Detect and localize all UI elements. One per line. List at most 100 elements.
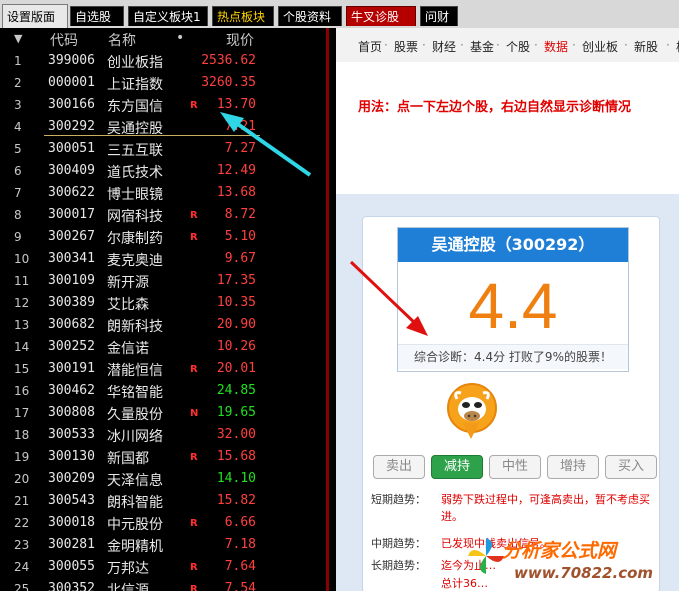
row-number: 19 — [14, 450, 30, 464]
nav-link-1[interactable]: 股票 — [394, 38, 418, 55]
stock-code: 300352 — [48, 581, 95, 591]
table-row[interactable]: 3 300166 东方国信 R 13.70 — [0, 94, 326, 116]
diagnosis-summary: 综合诊断：4.4分 打败了9%的股票！ — [398, 344, 628, 369]
stock-code: 300341 — [48, 251, 95, 266]
stock-mark: R — [190, 210, 198, 221]
row-number: 4 — [14, 120, 22, 134]
table-row[interactable]: 2 000001 上证指数 3260.35 — [0, 72, 326, 94]
table-row[interactable]: 5 300051 三五互联 7.27 — [0, 138, 326, 160]
tab-4[interactable]: 个股资料 — [278, 6, 342, 26]
score-box: 吴通控股（300292） 4.4 综合诊断：4.4分 打败了9%的股票！ — [397, 227, 629, 372]
stock-name: 尔康制药 — [107, 231, 163, 247]
rating-button-2[interactable]: 中性 — [489, 455, 541, 479]
table-row[interactable]: 17 300808 久量股份 N 19.65 — [0, 402, 326, 424]
stock-price: 8.72 — [224, 207, 256, 222]
stock-code: 300543 — [48, 493, 95, 508]
row-number: 7 — [14, 186, 22, 200]
sort-icon[interactable]: ▼ — [14, 32, 22, 45]
tab-1[interactable]: 自选股 — [70, 6, 124, 26]
stock-code: 300018 — [48, 515, 95, 530]
table-row[interactable]: 14 300252 金信诺 10.26 — [0, 336, 326, 358]
stock-price: 32.00 — [216, 427, 256, 442]
stock-code: 300252 — [48, 339, 95, 354]
stock-price: 2536.62 — [201, 53, 256, 68]
rating-button-1[interactable]: 减持 — [431, 455, 483, 479]
stock-price: 6.66 — [224, 515, 256, 530]
nav-link-0[interactable]: 首页 — [358, 38, 382, 55]
row-number: 2 — [14, 76, 22, 90]
table-row[interactable]: 20 300209 天泽信息 14.10 — [0, 468, 326, 490]
stock-price: 10.35 — [216, 295, 256, 310]
table-row[interactable]: 9 300267 尔康制药 R 5.10 — [0, 226, 326, 248]
stock-name: 网宿科技 — [107, 209, 163, 225]
rating-button-4[interactable]: 买入 — [605, 455, 657, 479]
nav-link-6[interactable]: 创业板 — [582, 38, 618, 55]
tab-3[interactable]: 热点板块 — [212, 6, 274, 26]
stock-price: 15.68 — [216, 449, 256, 464]
row-number: 6 — [14, 164, 22, 178]
tab-6[interactable]: 问财 — [420, 6, 458, 26]
table-row[interactable]: 7 300622 博士眼镜 13.68 — [0, 182, 326, 204]
nav-link-2[interactable]: 财经 — [432, 38, 456, 55]
table-row[interactable]: 24 300055 万邦达 R 7.64 — [0, 556, 326, 578]
stock-name: 久量股份 — [107, 407, 163, 423]
table-row[interactable]: 21 300543 朗科智能 15.82 — [0, 490, 326, 512]
header-name[interactable]: 名称 — [108, 30, 136, 50]
stock-name: 天泽信息 — [107, 473, 163, 489]
stock-code: 300267 — [48, 229, 95, 244]
table-row[interactable]: 13 300682 朗新科技 20.90 — [0, 314, 326, 336]
pinwheel-logo-icon — [468, 538, 504, 574]
tab-bar: 设置版面 自选股 自定义板块1 热点板块 个股资料 牛叉诊股 问财 — [0, 0, 679, 29]
row-number: 11 — [14, 274, 30, 288]
diagnosis-card: 吴通控股（300292） 4.4 综合诊断：4.4分 打败了9%的股票！ 卖出减… — [362, 216, 660, 591]
row-number: 14 — [14, 340, 30, 354]
stock-code: 300109 — [48, 273, 95, 288]
row-number: 3 — [14, 98, 22, 112]
table-row[interactable]: 11 300109 新开源 17.35 — [0, 270, 326, 292]
stock-mark: R — [190, 518, 198, 529]
rating-button-0[interactable]: 卖出 — [373, 455, 425, 479]
stock-price: 19.65 — [216, 405, 256, 420]
table-row[interactable]: 15 300191 潜能恒信 R 20.01 — [0, 358, 326, 380]
stock-mark: R — [190, 452, 198, 463]
table-row[interactable]: 10 300341 麦克奥迪 9.67 — [0, 248, 326, 270]
header-price[interactable]: 现价 — [226, 30, 254, 50]
table-row[interactable]: 1 399006 创业板指 2536.62 — [0, 50, 326, 72]
nav-link-4[interactable]: 个股 — [506, 38, 530, 55]
stock-price: 20.90 — [216, 317, 256, 332]
stock-price: 15.82 — [216, 493, 256, 508]
table-row[interactable]: 8 300017 网宿科技 R 8.72 — [0, 204, 326, 226]
tab-2[interactable]: 自定义板块1 — [128, 6, 208, 26]
stock-mark: R — [190, 562, 198, 573]
table-row[interactable]: 12 300389 艾比森 10.35 — [0, 292, 326, 314]
stock-name: 艾比森 — [107, 297, 149, 313]
table-row[interactable]: 23 300281 金明精机 7.18 — [0, 534, 326, 556]
nav-link-3[interactable]: 基金 — [470, 38, 494, 55]
table-row[interactable]: 19 300130 新国都 R 15.68 — [0, 446, 326, 468]
tab-0[interactable]: 设置版面 — [2, 4, 68, 28]
table-row[interactable]: 18 300533 冰川网络 32.00 — [0, 424, 326, 446]
table-row[interactable]: 6 300409 道氏技术 12.49 — [0, 160, 326, 182]
tab-5[interactable]: 牛叉诊股 — [346, 6, 416, 26]
row-number: 5 — [14, 142, 22, 156]
stock-name: 潜能恒信 — [107, 363, 163, 379]
table-row[interactable]: 16 300462 华铭智能 24.85 — [0, 380, 326, 402]
rating-button-3[interactable]: 增持 — [547, 455, 599, 479]
nav-separator: · — [460, 38, 464, 52]
table-row[interactable]: 22 300018 中元股份 R 6.66 — [0, 512, 326, 534]
stock-name: 创业板指 — [107, 55, 163, 71]
table-row[interactable]: 25 300352 北信源 R 7.54 — [0, 578, 326, 591]
stock-code: 300281 — [48, 537, 95, 552]
watermark-title: 分析家公式网 — [502, 540, 617, 562]
stock-list-panel: ▼ 代码 名称 • 现价 1 399006 创业板指 2536.62 2 000001 上证… — [0, 28, 326, 591]
row-number: 12 — [14, 296, 30, 310]
stock-price: 9.67 — [224, 251, 256, 266]
diagnosis-page: 首页·股票·财经·基金·个股·数据·创业板·新股·板 用法：点一下左边个股，右边… — [336, 28, 679, 591]
stock-name: 北信源 — [107, 583, 149, 591]
stock-name: 三五互联 — [107, 143, 163, 159]
header-code[interactable]: 代码 — [50, 30, 78, 50]
nav-link-5[interactable]: 数据 — [544, 38, 568, 55]
stock-name: 万邦达 — [107, 561, 149, 577]
nav-link-7[interactable]: 新股 — [634, 38, 658, 55]
trend-label: 短期趋势： — [371, 493, 426, 506]
